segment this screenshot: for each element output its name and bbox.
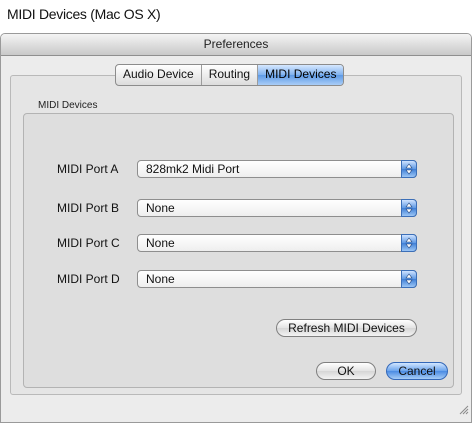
refresh-midi-devices-button[interactable]: Refresh MIDI Devices: [276, 319, 417, 337]
resize-grip-icon[interactable]: [457, 402, 469, 420]
midi-port-b-select[interactable]: None: [137, 199, 417, 217]
updown-arrows-icon: [401, 199, 417, 217]
midi-port-a-value: 828mk2 Midi Port: [146, 162, 240, 176]
midi-port-b-value: None: [146, 201, 175, 215]
midi-port-d-value: None: [146, 272, 175, 286]
midi-port-c-label: MIDI Port C: [57, 236, 120, 250]
tab-bar: Audio Device Routing MIDI Devices: [115, 64, 345, 86]
midi-port-c-select[interactable]: None: [137, 234, 417, 252]
tab-midi-devices[interactable]: MIDI Devices: [258, 65, 344, 85]
updown-arrows-icon: [401, 270, 417, 288]
midi-port-a-label: MIDI Port A: [57, 162, 119, 176]
tab-audio-device[interactable]: Audio Device: [116, 65, 202, 85]
midi-port-d-label: MIDI Port D: [57, 272, 120, 286]
midi-port-a-select[interactable]: 828mk2 Midi Port: [137, 160, 417, 178]
page-caption: MIDI Devices (Mac OS X): [7, 6, 161, 22]
midi-devices-group-title: MIDI Devices: [38, 100, 98, 111]
ok-button[interactable]: OK: [316, 362, 376, 380]
updown-arrows-icon: [401, 160, 417, 178]
tab-routing[interactable]: Routing: [202, 65, 259, 85]
cancel-button[interactable]: Cancel: [386, 362, 448, 380]
midi-port-c-value: None: [146, 236, 175, 250]
midi-port-d-select[interactable]: None: [137, 270, 417, 288]
window-title: Preferences: [1, 34, 471, 56]
preferences-window: Preferences Audio Device Routing MIDI De…: [0, 33, 472, 423]
midi-port-b-label: MIDI Port B: [57, 201, 120, 215]
updown-arrows-icon: [401, 234, 417, 252]
